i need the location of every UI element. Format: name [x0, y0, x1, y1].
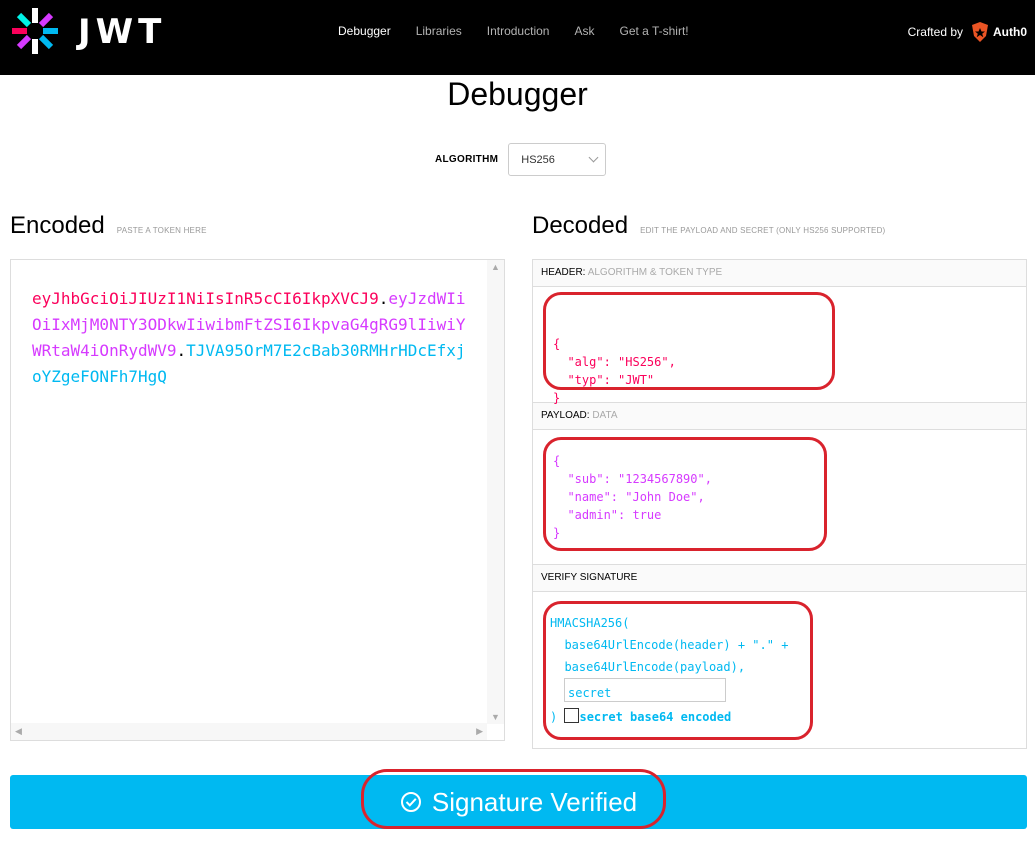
- nav-debugger[interactable]: Debugger: [338, 24, 391, 38]
- header-json[interactable]: { "alg": "HS256", "typ": "JWT" }: [553, 335, 676, 407]
- decoded-hint: EDIT THE PAYLOAD AND SECRET (ONLY HS256 …: [640, 226, 886, 235]
- algorithm-label: ALGORITHM: [435, 154, 499, 165]
- signature-editor: HMACSHA256( base64UrlEncode(header) + ".…: [533, 592, 1026, 777]
- auth0-name: Auth0: [993, 25, 1027, 39]
- close-paren: ): [550, 710, 558, 724]
- horizontal-scrollbar[interactable]: ◀ ▶: [11, 723, 487, 740]
- scroll-right-icon[interactable]: ▶: [476, 726, 483, 737]
- decoded-heading: Decoded EDIT THE PAYLOAD AND SECRET (ONL…: [532, 212, 885, 240]
- encoded-token-text[interactable]: eyJhbGciOiJIUzI1NiIsInR5cCI6IkpXVCJ9.eyJ…: [32, 286, 472, 390]
- algorithm-select[interactable]: HS256: [508, 143, 607, 176]
- scroll-up-icon[interactable]: ▲: [491, 262, 500, 272]
- auth0-logo-icon: [972, 22, 988, 42]
- encoded-hint: PASTE A TOKEN HERE: [116, 226, 207, 235]
- header-encode-line: base64UrlEncode(header) + "." +: [550, 638, 789, 652]
- payload-label: PAYLOAD:: [541, 410, 590, 421]
- check-circle-icon: [400, 792, 421, 812]
- decoded-panel: HEADER: ALGORITHM & TOKEN TYPE { "alg": …: [532, 259, 1027, 749]
- brand-wordmark[interactable]: JWT: [78, 12, 166, 52]
- header-sublabel: ALGORITHM & TOKEN TYPE: [587, 267, 723, 278]
- decoded-title: Decoded: [532, 212, 629, 239]
- encoded-title: Encoded: [10, 212, 105, 239]
- token-separator: .: [176, 341, 187, 360]
- signature-verified-banner: Signature Verified: [10, 775, 1027, 829]
- header-editor[interactable]: { "alg": "HS256", "typ": "JWT" }: [533, 287, 1026, 405]
- secret-input[interactable]: secret: [564, 678, 726, 702]
- nav-tshirt[interactable]: Get a T-shirt!: [619, 24, 688, 38]
- algorithm-value: HS256: [521, 153, 555, 166]
- payload-section-title: PAYLOAD: DATA: [533, 403, 1026, 430]
- base64-checkbox-label[interactable]: secret base64 encoded: [579, 710, 731, 724]
- token-header-part: eyJhbGciOiJIUzI1NiIsInR5cCI6IkpXVCJ9: [32, 289, 379, 308]
- nav-ask[interactable]: Ask: [574, 24, 594, 38]
- payload-editor[interactable]: { "sub": "1234567890", "name": "John Doe…: [533, 430, 1026, 565]
- crafted-by-link[interactable]: Crafted by Auth0: [908, 22, 1027, 42]
- nav-introduction[interactable]: Introduction: [487, 24, 550, 38]
- encoded-heading: Encoded PASTE A TOKEN HERE: [10, 212, 207, 240]
- signature-verified-label: Signature Verified: [431, 786, 638, 817]
- scroll-down-icon[interactable]: ▼: [491, 712, 500, 722]
- signature-label: VERIFY SIGNATURE: [541, 572, 638, 583]
- algorithm-picker: ALGORITHM HS256: [435, 143, 607, 176]
- jwt-logo-icon[interactable]: [10, 6, 60, 56]
- token-separator: .: [378, 289, 389, 308]
- header-section-title: HEADER: ALGORITHM & TOKEN TYPE: [533, 260, 1026, 287]
- base64-checkbox[interactable]: [564, 708, 580, 723]
- payload-json[interactable]: { "sub": "1234567890", "name": "John Doe…: [553, 452, 712, 542]
- top-navbar: JWT Debugger Libraries Introduction Ask …: [0, 0, 1035, 75]
- payload-encode-line: base64UrlEncode(payload),: [550, 660, 746, 674]
- crafted-by-text: Crafted by: [907, 25, 963, 39]
- signature-code: HMACSHA256( base64UrlEncode(header) + ".…: [550, 612, 788, 728]
- scroll-left-icon[interactable]: ◀: [15, 726, 22, 737]
- vertical-scrollbar[interactable]: ▲ ▼: [487, 260, 504, 724]
- signature-section-title: VERIFY SIGNATURE: [533, 565, 1026, 592]
- main-nav: Debugger Libraries Introduction Ask Get …: [338, 24, 714, 38]
- hmac-line: HMACSHA256(: [550, 616, 630, 630]
- payload-sublabel: DATA: [592, 410, 618, 421]
- chevron-down-icon: [588, 152, 599, 163]
- page-title: Debugger: [447, 76, 588, 112]
- encoded-token-editor[interactable]: eyJhbGciOiJIUzI1NiIsInR5cCI6IkpXVCJ9.eyJ…: [10, 259, 505, 741]
- header-label: HEADER:: [541, 267, 586, 278]
- nav-libraries[interactable]: Libraries: [416, 24, 462, 38]
